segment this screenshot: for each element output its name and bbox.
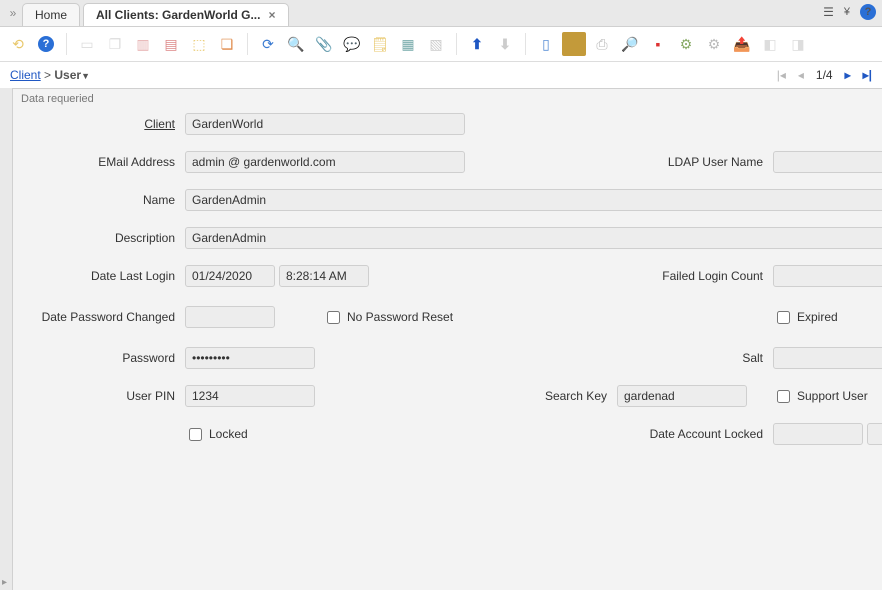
- pager-label: 1/4: [816, 68, 833, 82]
- book-icon[interactable]: [562, 32, 586, 56]
- spine-expand-icon[interactable]: ▸: [2, 577, 7, 588]
- checkbox-no-pw-reset[interactable]: [327, 311, 340, 324]
- label-failed-login: Failed Login Count: [617, 269, 767, 283]
- grid-icon[interactable]: ▦: [396, 32, 420, 56]
- field-client[interactable]: [185, 113, 465, 135]
- tab-home-label: Home: [35, 8, 67, 22]
- doc-icon[interactable]: ▥: [131, 32, 155, 56]
- pager-first-icon[interactable]: |◂: [777, 68, 786, 82]
- field-date-account-locked-date[interactable]: [773, 423, 863, 445]
- pager-prev-icon[interactable]: ◂: [798, 68, 804, 82]
- breadcrumb-client[interactable]: Client: [10, 68, 41, 82]
- refresh-icon[interactable]: ⟳: [256, 32, 280, 56]
- field-salt[interactable]: [773, 347, 882, 369]
- tab-close-icon[interactable]: ×: [268, 8, 275, 22]
- tab-active[interactable]: All Clients: GardenWorld G... ×: [83, 3, 288, 26]
- checkbox-support-user[interactable]: [777, 390, 790, 403]
- tab-bar: » Home All Clients: GardenWorld G... × ☰…: [0, 0, 882, 27]
- collapse-icon[interactable]: ¥: [844, 6, 850, 18]
- label-name: Name: [19, 193, 179, 207]
- breadcrumb-user[interactable]: User: [54, 68, 81, 82]
- checkbox-expired[interactable]: [777, 311, 790, 324]
- field-date-account-locked-time[interactable]: [867, 423, 882, 445]
- field-password[interactable]: [185, 347, 315, 369]
- new-icon[interactable]: ▭: [75, 32, 99, 56]
- checkbox-locked[interactable]: [189, 428, 202, 441]
- check-no-pw-reset[interactable]: No Password Reset: [323, 308, 453, 327]
- label-password: Password: [19, 351, 179, 365]
- copy-icon[interactable]: ❐: [103, 32, 127, 56]
- chevron-down-icon[interactable]: ▼: [81, 71, 90, 81]
- label-support-user: Support User: [797, 389, 868, 403]
- search-icon[interactable]: 🔍: [284, 32, 308, 56]
- form-pane: Data requeried Client EMail Address LDAP…: [13, 88, 882, 590]
- menu-icon[interactable]: ☰: [823, 5, 834, 19]
- field-date-last-login-time[interactable]: [279, 265, 369, 287]
- toolbar-sep2: [247, 33, 248, 55]
- check-locked[interactable]: Locked: [185, 425, 465, 444]
- breadcrumb-bar: Client > User▼ |◂ ◂ 1/4 ▸ ▸|: [0, 62, 882, 88]
- label-no-pw-reset: No Password Reset: [347, 310, 453, 324]
- misc1-icon[interactable]: ◧: [758, 32, 782, 56]
- label-client: Client: [19, 117, 179, 131]
- label-user-pin: User PIN: [19, 389, 179, 403]
- toolbar-sep4: [525, 33, 526, 55]
- field-failed-login[interactable]: [773, 265, 882, 287]
- tabs-overflow-icon[interactable]: »: [4, 6, 22, 20]
- check-support-user[interactable]: Support User: [773, 387, 882, 406]
- pager: |◂ ◂ 1/4 ▸ ▸|: [777, 68, 872, 82]
- left-spine[interactable]: ▸: [0, 88, 13, 590]
- breadcrumb: Client > User▼: [10, 68, 90, 82]
- note-icon[interactable]: 🗒: [368, 32, 392, 56]
- field-search-key[interactable]: [617, 385, 747, 407]
- label-search-key: Search Key: [471, 389, 611, 403]
- field-date-pw-changed[interactable]: [185, 306, 275, 328]
- misc2-icon[interactable]: ◨: [786, 32, 810, 56]
- breadcrumb-sep: >: [41, 68, 55, 82]
- toolbar-sep3: [456, 33, 457, 55]
- chat-icon[interactable]: 💬: [340, 32, 364, 56]
- label-email: EMail Address: [19, 155, 179, 169]
- help-button-icon[interactable]: ?: [34, 32, 58, 56]
- status-text: Data requeried: [13, 89, 882, 109]
- arrow-up-icon[interactable]: ⬆: [465, 32, 489, 56]
- label-date-account-locked: Date Account Locked: [617, 427, 767, 441]
- attach-icon[interactable]: 📎: [312, 32, 336, 56]
- process-icon[interactable]: ⚙: [674, 32, 698, 56]
- multi-icon[interactable]: ❏: [215, 32, 239, 56]
- field-date-last-login-date[interactable]: [185, 265, 275, 287]
- field-user-pin[interactable]: [185, 385, 315, 407]
- label-date-last-login: Date Last Login: [19, 269, 179, 283]
- toolbar: ⟲ ? ▭ ❐ ▥ ▤ ⬚ ❏ ⟳ 🔍 📎 💬 🗒 ▦ ▧ ⬆ ⬇ ▯ ⎙ 🔎 …: [0, 27, 882, 62]
- label-ldap: LDAP User Name: [617, 155, 767, 169]
- delete-icon[interactable]: ⬚: [187, 32, 211, 56]
- export-icon[interactable]: 📤: [730, 32, 754, 56]
- field-name[interactable]: [185, 189, 882, 211]
- pager-last-icon[interactable]: ▸|: [863, 68, 872, 82]
- field-ldap[interactable]: [773, 151, 882, 173]
- tab-active-label: All Clients: GardenWorld G...: [96, 8, 260, 22]
- tab-home[interactable]: Home: [22, 3, 80, 26]
- image-icon[interactable]: ▧: [424, 32, 448, 56]
- zoom-icon[interactable]: 🔎: [618, 32, 642, 56]
- label-salt: Salt: [617, 351, 767, 365]
- undo-icon[interactable]: ⟲: [6, 32, 30, 56]
- field-email[interactable]: [185, 151, 465, 173]
- toolbar-sep: [66, 33, 67, 55]
- pager-next-icon[interactable]: ▸: [845, 68, 851, 82]
- label-locked: Locked: [209, 427, 248, 441]
- label-expired: Expired: [797, 310, 838, 324]
- save-icon[interactable]: ▤: [159, 32, 183, 56]
- report-icon[interactable]: ▯: [534, 32, 558, 56]
- field-description[interactable]: [185, 227, 882, 249]
- print-icon[interactable]: ⎙: [590, 32, 614, 56]
- help-icon[interactable]: ?: [860, 4, 876, 20]
- label-description: Description: [19, 231, 179, 245]
- gear-icon[interactable]: ⚙: [702, 32, 726, 56]
- stop-icon[interactable]: ▪: [646, 32, 670, 56]
- arrow-down-icon[interactable]: ⬇: [493, 32, 517, 56]
- label-date-pw-changed: Date Password Changed: [19, 310, 179, 324]
- check-expired[interactable]: Expired: [773, 308, 882, 327]
